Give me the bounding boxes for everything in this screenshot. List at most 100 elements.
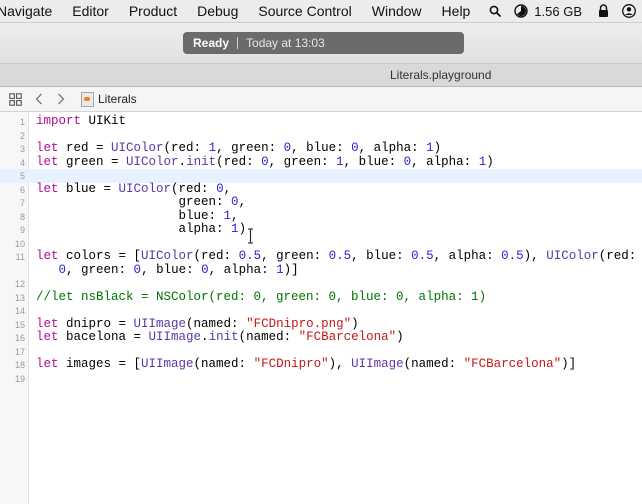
memory-gauge-icon[interactable] bbox=[512, 0, 530, 22]
status-time: Today at 13:03 bbox=[246, 36, 325, 50]
code-token: (red: bbox=[163, 141, 209, 155]
code-line[interactable]: 10 bbox=[0, 237, 642, 251]
code-token: ) bbox=[238, 222, 247, 236]
tab-bar: Literals.playground bbox=[0, 64, 642, 87]
code-token: UIImage bbox=[141, 357, 194, 371]
code-line[interactable]: 3 let red = UIColor(red: 1, green: 0, blu… bbox=[0, 141, 642, 156]
code-token: , green: bbox=[216, 141, 284, 155]
code-line[interactable]: 15 let dnipro = UIImage(named: "FCDnipro.… bbox=[0, 316, 642, 332]
code-line[interactable]: 7 green: 0, bbox=[0, 195, 642, 210]
code-token: ), bbox=[523, 249, 547, 263]
code-token: dnipro = bbox=[58, 316, 134, 331]
code-line[interactable]: 1 import UIKit bbox=[0, 114, 642, 129]
code-token: , blue: bbox=[351, 249, 412, 263]
code-token: 0.5 bbox=[238, 249, 262, 263]
menu-navigate[interactable]: Navigate bbox=[0, 0, 62, 22]
code-text: let dnipro = UIImage(named: "FCDnipro.pn… bbox=[36, 316, 359, 332]
user-icon[interactable] bbox=[620, 0, 638, 22]
code-token: "FCDnipro.png" bbox=[246, 316, 352, 331]
code-token: (named: bbox=[403, 357, 464, 371]
forward-chevron-icon[interactable] bbox=[53, 91, 69, 107]
back-chevron-icon[interactable] bbox=[31, 91, 47, 107]
code-token: let bbox=[36, 154, 59, 169]
code-token: 0 bbox=[133, 262, 142, 277]
code-token: UIColor bbox=[111, 141, 164, 155]
code-line[interactable]: 17 bbox=[0, 345, 642, 359]
line-number: 9 bbox=[19, 225, 25, 235]
related-items-grid-icon[interactable] bbox=[7, 91, 23, 107]
code-line[interactable]: 6 let blue = UIColor(red: 0, bbox=[0, 181, 642, 197]
menu-source-control[interactable]: Source Control bbox=[248, 0, 361, 22]
menu-window[interactable]: Window bbox=[362, 0, 432, 22]
menu-editor[interactable]: Editor bbox=[62, 0, 119, 22]
code-token: 0.5 bbox=[328, 249, 352, 263]
code-token: , green: bbox=[268, 154, 337, 169]
code-line[interactable]: 4 let green = UIColor.init(red: 0, green:… bbox=[0, 154, 642, 170]
line-number: 2 bbox=[19, 130, 25, 141]
spotlight-icon[interactable] bbox=[486, 0, 504, 22]
code-line[interactable]: 8 blue: 1, bbox=[0, 209, 642, 224]
lock-icon[interactable] bbox=[594, 0, 612, 22]
code-line[interactable]: 13 //let nsBlack = NSColor(red: 0, green:… bbox=[0, 289, 642, 305]
code-line[interactable]: 12 bbox=[0, 277, 642, 291]
line-number: 4 bbox=[19, 157, 25, 168]
code-line[interactable]: 18 let images = [UIImage(named: "FCDnipro… bbox=[0, 357, 642, 372]
code-token: , bbox=[223, 181, 232, 196]
code-token: UIImage bbox=[148, 330, 202, 344]
code-token: bacelona = bbox=[58, 330, 149, 344]
code-text: import UIKit bbox=[36, 114, 126, 129]
code-token: import bbox=[36, 114, 82, 128]
code-token: , green: bbox=[261, 249, 329, 263]
code-token: "FCBarcelona" bbox=[463, 357, 562, 371]
code-token: green = bbox=[58, 154, 127, 169]
code-line[interactable]: 2 bbox=[0, 129, 642, 143]
code-token: (red: bbox=[216, 154, 262, 169]
menu-product[interactable]: Product bbox=[119, 0, 187, 22]
breadcrumb-literals[interactable]: Literals bbox=[98, 92, 137, 106]
code-token: 0.5 bbox=[411, 249, 434, 263]
code-token: , blue: bbox=[343, 154, 404, 169]
line-number: 5 bbox=[19, 171, 25, 181]
code-token: blue = bbox=[58, 181, 119, 196]
line-number: 16 bbox=[14, 333, 25, 343]
code-line[interactable]: 16 let bacelona = UIImage.init(named: "FC… bbox=[0, 330, 642, 345]
line-number: 10 bbox=[14, 238, 25, 249]
code-token: ) bbox=[351, 316, 359, 331]
code-token: init bbox=[208, 330, 239, 344]
code-token: (red: bbox=[171, 181, 217, 196]
code-token: ), bbox=[328, 357, 352, 371]
code-token: init bbox=[186, 154, 217, 169]
code-token: "FCDnipro" bbox=[253, 357, 329, 371]
code-line[interactable]: 19 bbox=[0, 372, 642, 386]
code-token: , alpha: bbox=[208, 262, 277, 277]
code-line[interactable]: 0, green: 0, blue: 0, alpha: 1)] bbox=[0, 262, 642, 278]
menu-debug[interactable]: Debug bbox=[187, 0, 248, 22]
code-token: (red: bbox=[193, 249, 239, 263]
code-token: 0.5 bbox=[501, 249, 524, 263]
line-number: 3 bbox=[19, 144, 25, 154]
line-number: 6 bbox=[19, 184, 25, 195]
line-number: 19 bbox=[14, 373, 25, 384]
code-line[interactable]: 11 let colors = [UIColor(red: 0.5, green:… bbox=[0, 249, 642, 264]
line-number: 8 bbox=[19, 211, 25, 222]
jump-bar: Literals bbox=[0, 87, 642, 112]
swift-file-icon bbox=[81, 92, 94, 107]
code-token: ) bbox=[396, 330, 404, 344]
code-line[interactable]: 5 bbox=[0, 169, 642, 183]
code-token: 1 bbox=[336, 154, 344, 169]
menu-help[interactable]: Help bbox=[432, 0, 481, 22]
code-token: //let nsBlack = NSColor(red: 0, green: 0… bbox=[36, 289, 487, 304]
tab-literals-playground[interactable]: Literals.playground bbox=[390, 68, 491, 82]
code-token: let bbox=[36, 316, 59, 331]
line-number: 18 bbox=[14, 360, 25, 370]
code-token: UIImage bbox=[351, 357, 404, 371]
code-line[interactable]: 14 bbox=[0, 304, 642, 318]
code-text: green: 0, bbox=[36, 195, 247, 210]
code-token: let bbox=[36, 249, 59, 263]
code-token: 1 bbox=[276, 262, 284, 277]
memory-usage[interactable]: 1.56 GB bbox=[534, 4, 582, 19]
ibeam-cursor-icon bbox=[247, 228, 254, 244]
code-editor[interactable]: 1 import UIKit 2 3 let red = UIColor(red: 1,… bbox=[0, 112, 642, 504]
code-line[interactable]: 9 alpha: 1) bbox=[0, 222, 642, 237]
menu-bar: Navigate Editor Product Debug Source Con… bbox=[0, 0, 642, 23]
